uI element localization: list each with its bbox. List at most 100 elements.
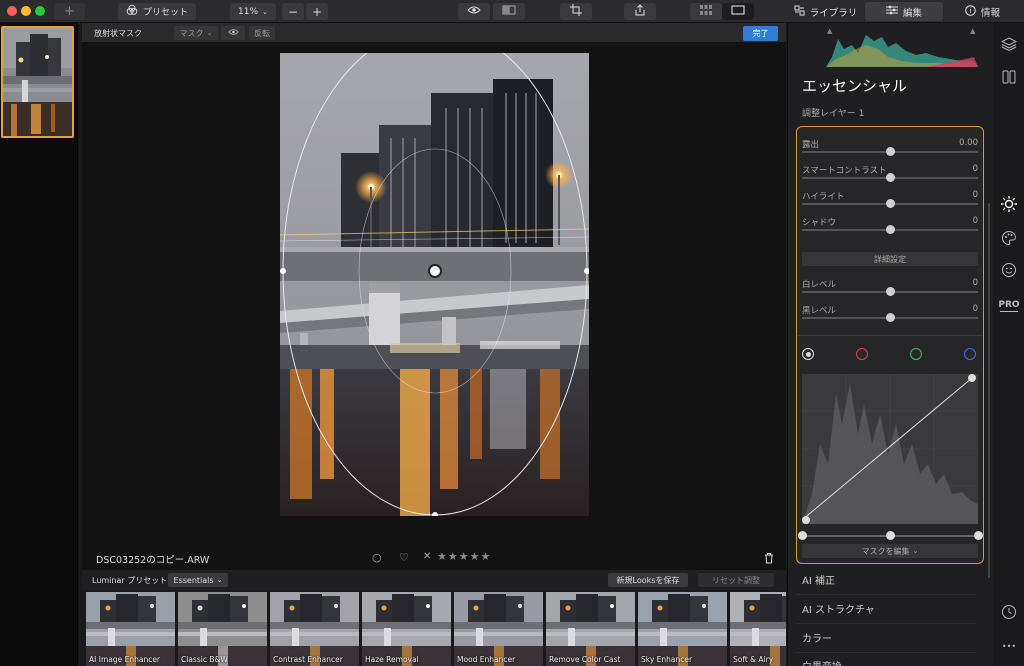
- slider-row[interactable]: 露出 0.00: [802, 138, 978, 162]
- slider-value[interactable]: 0: [973, 278, 978, 288]
- reject-icon[interactable]: ✕: [423, 551, 431, 562]
- svg-text:i: i: [970, 7, 972, 15]
- presets-button[interactable]: プリセット: [118, 3, 196, 20]
- slider-handle[interactable]: [886, 313, 895, 322]
- slider-label: 黒レベル: [802, 306, 837, 316]
- slider-value[interactable]: 0: [973, 164, 978, 174]
- mask-visibility-button[interactable]: [221, 26, 245, 40]
- slider-handle[interactable]: [886, 225, 895, 234]
- compare-button[interactable]: [493, 3, 525, 20]
- portrait-face-icon[interactable]: [1000, 261, 1018, 279]
- canvas-tools-icon[interactable]: [1000, 68, 1018, 86]
- photo-preview[interactable]: [280, 53, 589, 516]
- section-ai-structure[interactable]: AI ストラクチャ: [802, 601, 875, 616]
- minimize-window-button[interactable]: [21, 6, 31, 16]
- save-looks-button[interactable]: 新規Looksを保存: [608, 573, 688, 587]
- preset-strip: AI Image Enhancer Classic B&W Contrast Enh…: [82, 590, 786, 666]
- preset-thumbnail[interactable]: Contrast Enhancer: [270, 592, 359, 666]
- preset-thumbnail[interactable]: Mood Enhancer: [454, 592, 543, 666]
- preset-name: Haze Removal: [365, 655, 419, 664]
- crop-icon: [570, 4, 582, 19]
- top-toolbar: + プリセット 11% ⌄ − + ライブラリ 編集 i 情報: [0, 0, 1024, 23]
- preset-thumbnail[interactable]: Classic B&W: [178, 592, 267, 666]
- slider-value[interactable]: 0: [973, 190, 978, 200]
- crop-button[interactable]: [560, 3, 592, 20]
- panel-scrollbar[interactable]: [988, 203, 990, 578]
- slider-value[interactable]: 0.00: [959, 138, 978, 148]
- preset-name: Sky Enhancer: [641, 655, 693, 664]
- preset-thumbnail[interactable]: Soft & Airy: [730, 592, 786, 666]
- curve-midpoint-handle[interactable]: [886, 531, 895, 540]
- invert-mask-button[interactable]: 反転: [249, 26, 275, 40]
- section-ai-enhance[interactable]: AI 補正: [802, 572, 835, 587]
- slider-label: 露出: [802, 140, 820, 150]
- share-button[interactable]: [624, 3, 656, 20]
- close-window-button[interactable]: [7, 6, 17, 16]
- creative-palette-icon[interactable]: [1000, 229, 1018, 247]
- slider-value[interactable]: 0: [973, 216, 978, 226]
- preset-name: Contrast Enhancer: [273, 655, 343, 664]
- preset-thumbnail[interactable]: Sky Enhancer: [638, 592, 727, 666]
- slider-handle[interactable]: [886, 147, 895, 156]
- add-photos-button[interactable]: +: [54, 3, 85, 20]
- zoom-select[interactable]: 11% ⌄: [230, 3, 276, 20]
- share-icon: [634, 4, 646, 19]
- preset-thumbnail[interactable]: AI Image Enhancer: [86, 592, 175, 666]
- done-button[interactable]: 完了: [743, 26, 778, 41]
- star-rating[interactable]: ★★★★★: [437, 550, 491, 563]
- slider-value[interactable]: 0: [973, 304, 978, 314]
- essentials-adjustments: 詳細設定 マスクを編集 ⌄ 露出 0.00 スマートコントラスト 0 ハイライト…: [796, 126, 984, 564]
- slider-row[interactable]: ハイライト 0: [802, 190, 978, 214]
- tab-info[interactable]: i 情報: [945, 2, 1020, 21]
- curve-white-point-handle[interactable]: [974, 531, 983, 540]
- slider-row[interactable]: 白レベル 0: [802, 278, 978, 302]
- zoom-out-button[interactable]: −: [282, 3, 304, 20]
- luminar-window: + プリセット 11% ⌄ − + ライブラリ 編集 i 情報 放射状マスク マ…: [0, 0, 1024, 666]
- pro-tools-icon[interactable]: PRO: [998, 298, 1020, 312]
- preset-category-label: Essentials: [173, 575, 214, 585]
- slider-row[interactable]: スマートコントラスト 0: [802, 164, 978, 188]
- heart-icon[interactable]: ♡: [399, 551, 409, 564]
- tab-edit[interactable]: 編集: [865, 2, 943, 21]
- history-clock-icon[interactable]: [1000, 603, 1018, 621]
- svg-text:▲: ▲: [970, 27, 976, 35]
- slider-handle[interactable]: [886, 199, 895, 208]
- layers-icon[interactable]: [1000, 35, 1018, 53]
- slider-handle[interactable]: [886, 287, 895, 296]
- edit-mask-button[interactable]: マスクを編集 ⌄: [802, 544, 978, 558]
- sliders-icon: [885, 5, 898, 18]
- more-options-icon[interactable]: •••: [1000, 637, 1018, 655]
- circle-flag-icon[interactable]: ○: [372, 551, 382, 564]
- info-icon: i: [965, 4, 976, 19]
- preview-eye-button[interactable]: [458, 3, 490, 20]
- filmstrip-thumbnail[interactable]: [1, 26, 74, 138]
- preset-thumbnail[interactable]: Remove Color Cast: [546, 592, 635, 666]
- advanced-settings-button[interactable]: 詳細設定: [802, 252, 978, 266]
- zoom-in-button[interactable]: +: [306, 3, 328, 20]
- preset-thumbnail[interactable]: Haze Removal: [362, 592, 451, 666]
- curve-channel-blue[interactable]: [964, 348, 976, 360]
- tab-library[interactable]: ライブラリ: [788, 2, 863, 21]
- slider-row[interactable]: 黒レベル 0: [802, 304, 978, 328]
- section-bw-conversion[interactable]: 白黒変換: [802, 658, 842, 666]
- section-color[interactable]: カラー: [802, 630, 832, 645]
- curve-channel-green[interactable]: [910, 348, 922, 360]
- grid-view-button[interactable]: [690, 3, 722, 20]
- reset-adjustments-button[interactable]: リセット調整: [698, 573, 774, 587]
- curve-black-point-handle[interactable]: [798, 531, 807, 540]
- filename: DSC03252のコピー.ARW: [96, 555, 210, 566]
- preset-category-select[interactable]: Essentials ⌄: [168, 573, 228, 587]
- slider-row[interactable]: シャドウ 0: [802, 216, 978, 240]
- mask-dropdown[interactable]: マスク ⌄: [174, 26, 218, 40]
- essentials-sun-icon[interactable]: [1000, 195, 1018, 213]
- single-view-button[interactable]: [722, 3, 754, 20]
- layer-name[interactable]: 調整レイヤー 1: [802, 106, 864, 119]
- trash-icon[interactable]: [764, 552, 774, 567]
- zoom-window-button[interactable]: [35, 6, 45, 16]
- curve-channel-red[interactable]: [856, 348, 868, 360]
- tone-curve[interactable]: [801, 374, 978, 524]
- svg-text:▲: ▲: [827, 27, 833, 35]
- slider-handle[interactable]: [886, 173, 895, 182]
- curve-channel-rgb[interactable]: [802, 348, 814, 360]
- photo-info-bar: DSC03252のコピー.ARW ○ ♡ ✕ ★★★★★: [82, 548, 786, 570]
